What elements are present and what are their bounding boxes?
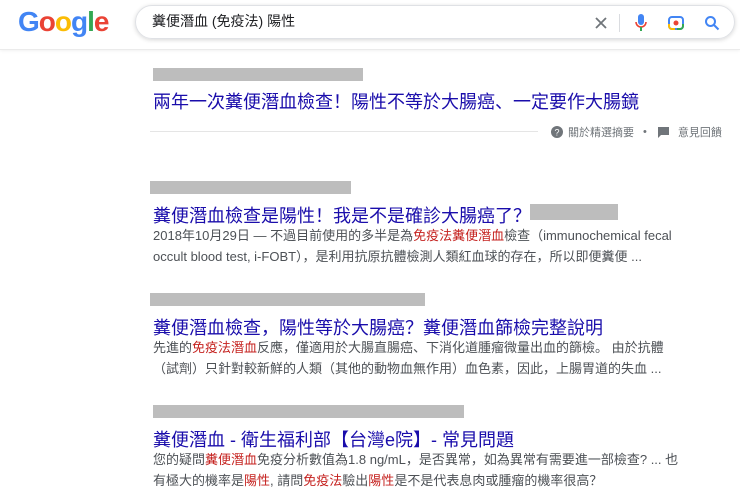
snippet-highlight: 陽性 bbox=[244, 473, 271, 488]
logo-letter: l bbox=[87, 6, 95, 37]
result-snippet: 2018年10月29日 — 不過目前使用的多半是為免疫法糞便潛血檢查（immun… bbox=[153, 225, 688, 267]
snippet-text: 2018年10月29日 — 不過目前使用的多半是為 bbox=[153, 228, 414, 243]
snippet-text: 驗出 bbox=[342, 473, 369, 488]
divider bbox=[150, 131, 538, 132]
snippet-text: 是不是代表息肉或腫瘤的機率很高？ bbox=[394, 473, 603, 488]
about-featured-snippet-link[interactable]: ? 關於精選摘要 bbox=[551, 124, 634, 140]
feedback-icon bbox=[657, 126, 669, 138]
snippet-highlight: 免疫法糞便潛血 bbox=[413, 228, 505, 243]
search-box bbox=[135, 5, 735, 39]
logo-letter: G bbox=[18, 6, 40, 37]
featured-title-link[interactable]: 兩年一次糞便潛血檢查！陽性不等於大腸癌、一定要作大腸鏡 bbox=[153, 88, 639, 114]
divider bbox=[619, 14, 620, 32]
about-label: 關於精選摘要 bbox=[568, 127, 634, 139]
microphone-icon[interactable] bbox=[630, 12, 652, 34]
logo-letter: e bbox=[93, 6, 110, 37]
snippet-highlight: 免疫法 bbox=[303, 473, 343, 488]
result-snippet: 先進的免疫法潛血反應，僅適用於大腸直腸癌、下消化道腫瘤微量出血的篩檢。 由於抗體… bbox=[153, 337, 688, 379]
snippet-text: , 請問 bbox=[270, 473, 304, 488]
snippet-highlight: 陽性 bbox=[368, 473, 395, 488]
redacted-site-name bbox=[530, 204, 618, 220]
logo-letter: o bbox=[38, 6, 56, 37]
camera-lens-icon[interactable] bbox=[665, 12, 687, 34]
result-snippet: 您的疑問糞便潛血免疫分析數值為1.8 ng/mL，是否異常，如為異常有需要進一部… bbox=[153, 449, 688, 491]
redacted-url bbox=[153, 405, 464, 418]
logo-letter: g bbox=[71, 6, 88, 37]
redacted-url bbox=[150, 181, 351, 194]
clear-icon[interactable] bbox=[590, 12, 612, 34]
redacted-url bbox=[153, 68, 363, 81]
google-logo[interactable]: Google bbox=[18, 6, 110, 38]
feedback-label: 意見回饋 bbox=[677, 127, 722, 139]
help-icon: ? bbox=[551, 126, 563, 138]
feedback-link[interactable]: • 意見回饋 bbox=[643, 124, 722, 140]
snippet-text: 您的疑問 bbox=[153, 452, 206, 467]
redacted-url bbox=[150, 293, 425, 306]
svg-text:?: ? bbox=[554, 128, 559, 138]
search-input[interactable] bbox=[152, 13, 572, 29]
search-icon[interactable] bbox=[701, 12, 723, 34]
header: Google bbox=[0, 0, 740, 50]
snippet-highlight: 免疫法潛血 bbox=[192, 340, 258, 355]
snippet-text: 先進的 bbox=[153, 340, 193, 355]
snippet-highlight: 糞便潛血 bbox=[205, 452, 258, 467]
logo-letter: o bbox=[54, 6, 72, 37]
